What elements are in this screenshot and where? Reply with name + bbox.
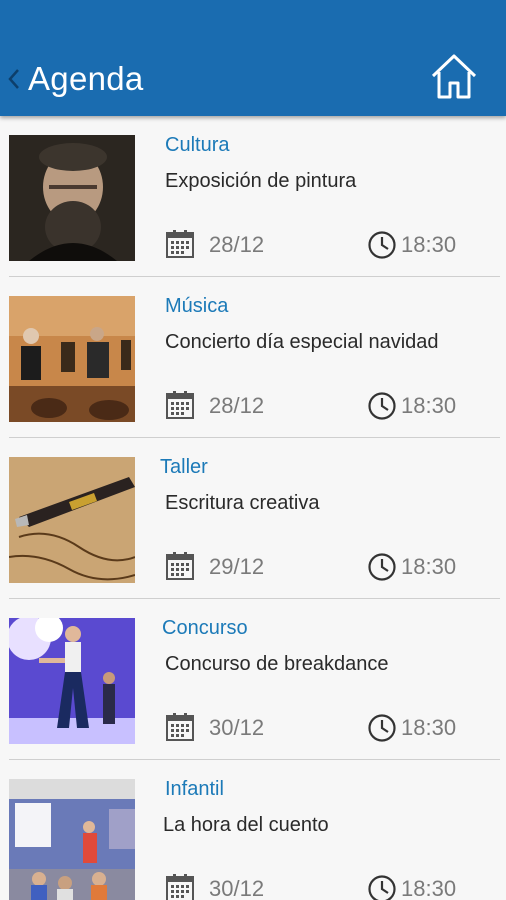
clock-icon	[368, 875, 396, 900]
event-category: Cultura	[165, 134, 230, 156]
clock-icon	[368, 231, 396, 259]
home-button[interactable]	[430, 52, 478, 100]
event-title: Exposición de pintura	[165, 170, 357, 192]
event-image	[9, 779, 135, 900]
event-category: Música	[165, 295, 229, 317]
event-title: Escritura creativa	[165, 492, 320, 514]
calendar-icon	[166, 713, 194, 741]
event-image	[9, 296, 135, 422]
event-time: 18:30	[401, 232, 457, 257]
event-time: 18:30	[401, 876, 457, 900]
clock-icon	[368, 553, 396, 581]
home-icon	[431, 54, 477, 99]
event-category: Concurso	[162, 617, 248, 639]
event-image	[9, 135, 135, 261]
calendar-icon	[166, 391, 194, 419]
event-date: 29/12	[209, 554, 265, 579]
back-button[interactable]: Agenda	[8, 56, 144, 102]
event-title: La hora del cuento	[163, 814, 329, 836]
page-title: Agenda	[28, 60, 144, 97]
event-date: 30/12	[209, 715, 265, 740]
event-image	[9, 618, 135, 744]
event-item[interactable]: Cultura Exposición de pintura 28/12 18:3…	[0, 116, 506, 277]
event-date: 28/12	[209, 393, 265, 418]
event-item[interactable]: Música Concierto día especial navidad 28…	[0, 277, 506, 438]
event-time: 18:30	[401, 715, 457, 740]
event-title: Concierto día especial navidad	[165, 331, 439, 353]
event-item[interactable]: Taller Escritura creativa 29/12 18:30	[0, 438, 506, 599]
event-category: Taller	[160, 456, 208, 478]
clock-icon	[368, 714, 396, 742]
event-item[interactable]: Infantil La hora del cuento 30/12 18:30	[0, 760, 506, 900]
event-date: 28/12	[209, 232, 265, 257]
event-category: Infantil	[165, 778, 224, 800]
clock-icon	[368, 392, 396, 420]
event-date: 30/12	[209, 876, 265, 900]
event-image	[9, 457, 135, 583]
calendar-icon	[166, 230, 194, 258]
chevron-left-icon	[8, 69, 19, 89]
event-title: Concurso de breakdance	[165, 653, 389, 675]
app-bar: Agenda	[0, 0, 506, 116]
event-item[interactable]: Concurso Concurso de breakdance 30/12 18…	[0, 599, 506, 760]
calendar-icon	[166, 874, 194, 900]
event-time: 18:30	[401, 393, 457, 418]
calendar-icon	[166, 552, 194, 580]
event-list[interactable]: Cultura Exposición de pintura 28/12 18:3…	[0, 116, 506, 900]
event-time: 18:30	[401, 554, 457, 579]
